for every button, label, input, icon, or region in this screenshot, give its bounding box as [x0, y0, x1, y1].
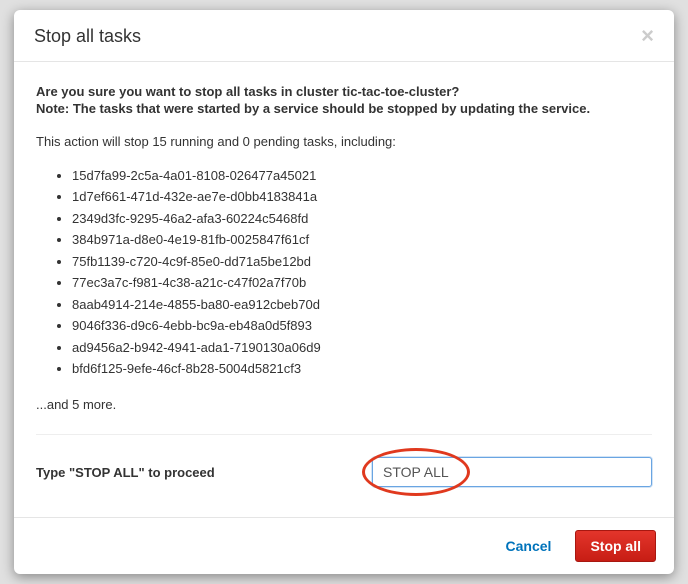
- list-item: bfd6f125-9efe-46cf-8b28-5004d5821cf3: [72, 358, 652, 379]
- note-text: Note: The tasks that were started by a s…: [36, 101, 652, 116]
- stop-all-button[interactable]: Stop all: [575, 530, 656, 562]
- modal-title: Stop all tasks: [34, 26, 141, 47]
- confirm-question-text: Are you sure you want to stop all tasks …: [36, 84, 652, 99]
- list-item: 1d7ef661-471d-432e-ae7e-d0bb4183841a: [72, 186, 652, 207]
- close-icon[interactable]: ×: [641, 25, 654, 47]
- list-item: ad9456a2-b942-4941-ada1-7190130a06d9: [72, 337, 652, 358]
- confirm-input[interactable]: [372, 457, 652, 487]
- list-item: 384b971a-d8e0-4e19-81fb-0025847f61cf: [72, 229, 652, 250]
- more-tasks-text: ...and 5 more.: [36, 397, 652, 412]
- action-description-text: This action will stop 15 running and 0 p…: [36, 134, 652, 149]
- divider: [36, 434, 652, 435]
- modal-footer: Cancel Stop all: [14, 517, 674, 574]
- modal-body: Are you sure you want to stop all tasks …: [14, 62, 674, 517]
- list-item: 77ec3a7c-f981-4c38-a21c-c47f02a7f70b: [72, 272, 652, 293]
- list-item: 75fb1139-c720-4c9f-85e0-dd71a5be12bd: [72, 251, 652, 272]
- confirm-row: Type "STOP ALL" to proceed: [36, 453, 652, 497]
- cancel-button[interactable]: Cancel: [492, 530, 566, 562]
- list-item: 2349d3fc-9295-46a2-afa3-60224c5468fd: [72, 208, 652, 229]
- task-id-list: 15d7fa99-2c5a-4a01-8108-026477a45021 1d7…: [36, 165, 652, 379]
- modal-header: Stop all tasks ×: [14, 10, 674, 62]
- stop-all-tasks-modal: Stop all tasks × Are you sure you want t…: [14, 10, 674, 574]
- list-item: 15d7fa99-2c5a-4a01-8108-026477a45021: [72, 165, 652, 186]
- list-item: 8aab4914-214e-4855-ba80-ea912cbeb70d: [72, 294, 652, 315]
- list-item: 9046f336-d9c6-4ebb-bc9a-eb48a0d5f893: [72, 315, 652, 336]
- confirm-input-wrapper: [372, 457, 652, 487]
- confirm-input-label: Type "STOP ALL" to proceed: [36, 465, 215, 480]
